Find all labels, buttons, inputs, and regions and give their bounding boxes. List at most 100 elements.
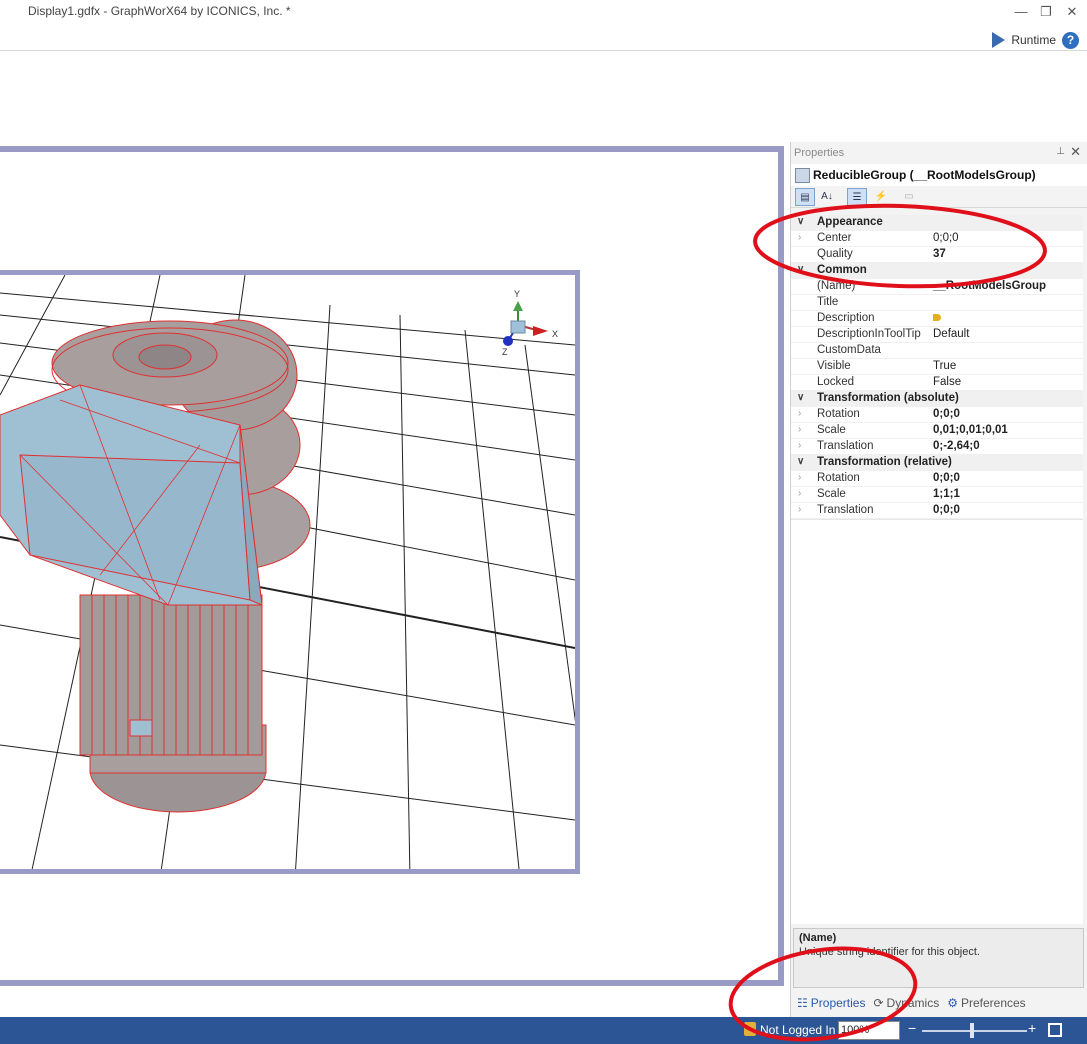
zoom-slider-thumb[interactable] — [970, 1023, 974, 1038]
runtime-bar: Runtime ? — [992, 30, 1079, 50]
property-row[interactable]: › Rotation 0;0;0 — [791, 471, 1083, 487]
property-name: Rotation — [817, 408, 860, 420]
property-row[interactable]: › Scale 0,01;0,01;0,01 — [791, 423, 1083, 439]
property-row[interactable]: › Scale 1;1;1 — [791, 487, 1083, 503]
property-value[interactable]: __RootModelsGroup — [933, 280, 1046, 292]
description-edit-icon[interactable] — [933, 314, 941, 322]
property-name: Center — [817, 232, 852, 244]
categorized-button[interactable]: ▤ — [795, 188, 815, 206]
chevron-right-icon[interactable]: › — [798, 488, 801, 499]
tab-properties[interactable]: ☷ Properties — [797, 996, 865, 1010]
property-name: CustomData — [817, 344, 881, 356]
chevron-right-icon[interactable]: › — [798, 232, 801, 243]
ribbon-separator — [0, 50, 1087, 51]
property-name: Rotation — [817, 472, 860, 484]
close-icon[interactable]: ✕ — [1070, 144, 1081, 160]
property-name: Visible — [817, 360, 851, 372]
property-value[interactable]: 37 — [933, 248, 946, 260]
property-value[interactable] — [933, 312, 941, 324]
tab-dynamics[interactable]: ⟳ Dynamics — [873, 996, 939, 1010]
chevron-down-icon[interactable]: ∨ — [797, 264, 804, 275]
property-row[interactable]: › Rotation 0;0;0 — [791, 407, 1083, 423]
minimize-button[interactable]: — — [1011, 2, 1031, 22]
property-name: Locked — [817, 376, 855, 388]
chevron-down-icon[interactable]: ∨ — [797, 456, 804, 467]
zoom-in-button[interactable]: + — [1028, 1020, 1036, 1036]
chevron-right-icon[interactable]: › — [798, 424, 801, 435]
3d-model[interactable] — [0, 319, 311, 813]
property-value[interactable]: 1;1;1 — [933, 488, 960, 500]
property-value[interactable]: True — [933, 360, 956, 372]
property-value[interactable]: 0;0;0 — [933, 504, 960, 516]
login-status[interactable]: Not Logged In — [760, 1023, 835, 1037]
play-icon[interactable] — [992, 32, 1006, 48]
property-row[interactable]: Description — [791, 311, 1083, 327]
selected-object: ReducibleGroup (__RootModelsGroup) — [791, 164, 1087, 186]
property-value[interactable]: 0;0;0 — [933, 408, 960, 420]
category-row[interactable]: ∨ Transformation (relative) — [791, 455, 1083, 471]
zoom-input[interactable]: 100% — [838, 1021, 900, 1040]
events-button[interactable]: ⚡ — [871, 188, 891, 206]
help-icon[interactable]: ? — [1062, 31, 1079, 49]
alphabetical-button[interactable]: A↓ — [817, 188, 837, 206]
chevron-right-icon[interactable]: › — [798, 440, 801, 451]
close-window-button[interactable]: ✕ — [1062, 2, 1082, 22]
category-label: Transformation (relative) — [817, 456, 952, 468]
property-help-box: (Name) Unique string identifier for this… — [793, 928, 1084, 988]
pin-icon[interactable]: ⊥ — [1056, 146, 1065, 157]
list-icon: ☷ — [797, 996, 808, 1010]
window-title: Display1.gdfx - GraphWorX64 by ICONICS, … — [28, 4, 291, 18]
zoom-slider[interactable] — [922, 1030, 1027, 1032]
help-description: Unique string identifier for this object… — [799, 946, 980, 958]
dynamics-icon: ⟳ — [873, 996, 884, 1010]
lock-icon[interactable] — [744, 1022, 756, 1036]
chevron-right-icon[interactable]: › — [798, 504, 801, 515]
properties-view-button[interactable]: ☰ — [847, 188, 867, 206]
property-value[interactable]: 0;-2,64;0 — [933, 440, 980, 452]
category-label: Appearance — [817, 216, 883, 228]
property-row[interactable]: Quality 37 — [791, 247, 1083, 263]
property-row[interactable]: DescriptionInToolTip Default — [791, 327, 1083, 343]
property-row[interactable]: CustomData — [791, 343, 1083, 359]
category-label: Common — [817, 264, 867, 276]
app-window: Display1.gdfx - GraphWorX64 by ICONICS, … — [0, 0, 1087, 1044]
property-row[interactable]: Locked False — [791, 375, 1083, 391]
property-value[interactable]: False — [933, 376, 961, 388]
property-row[interactable]: › Translation 0;0;0 — [791, 503, 1083, 519]
property-row[interactable]: › Translation 0;-2,64;0 — [791, 439, 1083, 455]
panel-tabs: ☷ Properties ⟳ Dynamics ⚙ Preferences — [791, 992, 1087, 1014]
property-value[interactable]: Default — [933, 328, 969, 340]
category-row[interactable]: ∨ Transformation (absolute) — [791, 391, 1083, 407]
property-row[interactable]: Title — [791, 295, 1083, 311]
property-name: DescriptionInToolTip — [817, 328, 921, 340]
property-grid: ∨ Appearance › Center 0;0;0 Quality 37 ∨ Common (… — [791, 215, 1083, 519]
axis-gizmo[interactable]: Y X Z — [502, 289, 558, 357]
3d-scene[interactable]: Y X Z — [0, 275, 580, 874]
chevron-right-icon[interactable]: › — [798, 408, 801, 419]
category-row[interactable]: ∨ Appearance — [791, 215, 1083, 231]
property-pages-button[interactable]: ▭ — [899, 188, 919, 206]
display-canvas[interactable]: Y X Z — [0, 146, 784, 986]
property-value[interactable]: 0;0;0 — [933, 232, 959, 244]
property-row[interactable]: Visible True — [791, 359, 1083, 375]
chevron-down-icon[interactable]: ∨ — [797, 392, 804, 403]
runtime-button[interactable]: Runtime — [1011, 33, 1056, 47]
chevron-down-icon[interactable]: ∨ — [797, 216, 804, 227]
property-grid-empty — [791, 519, 1083, 924]
properties-title: Properties — [794, 147, 845, 159]
chevron-right-icon[interactable]: › — [798, 472, 801, 483]
status-bar: Not Logged In 100% − + — [0, 1017, 1087, 1044]
property-row[interactable]: (Name) __RootModelsGroup — [791, 279, 1083, 295]
property-row[interactable]: › Center 0;0;0 — [791, 231, 1083, 247]
property-name: Description — [817, 312, 875, 324]
property-value[interactable]: 0;0;0 — [933, 472, 960, 484]
tab-dynamics-label: Dynamics — [886, 996, 940, 1010]
property-name: Scale — [817, 424, 846, 436]
restore-button[interactable]: ❐ — [1036, 2, 1056, 22]
tab-preferences[interactable]: ⚙ Preferences — [947, 996, 1025, 1010]
fit-icon[interactable] — [1048, 1023, 1062, 1037]
property-value[interactable]: 0,01;0,01;0,01 — [933, 424, 1008, 436]
3d-viewport[interactable]: Y X Z — [0, 270, 580, 874]
zoom-out-button[interactable]: − — [908, 1020, 916, 1036]
category-row[interactable]: ∨ Common — [791, 263, 1083, 279]
